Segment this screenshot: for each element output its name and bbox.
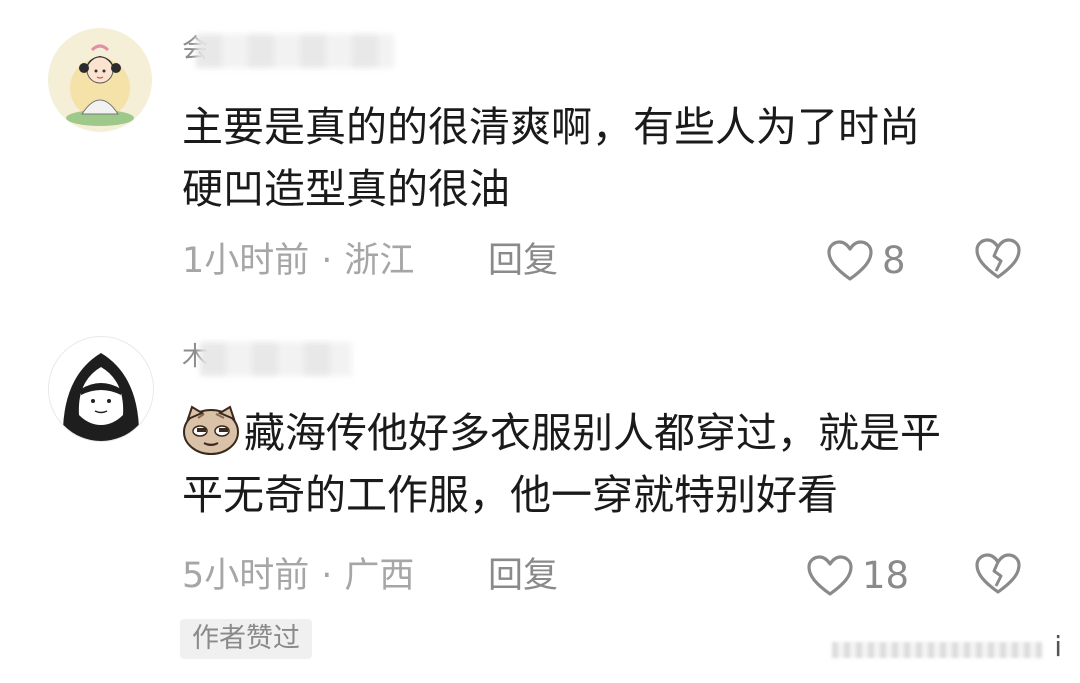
like-button[interactable]: 8	[826, 237, 906, 285]
heart-icon	[827, 240, 873, 281]
comment-meta: 1小时前 · 浙江	[182, 237, 414, 285]
username-blur-mask	[196, 34, 394, 68]
avatar[interactable]	[48, 336, 154, 442]
comment-text-line: 藏海传他好多衣服别人都穿过，就是平	[182, 402, 1042, 464]
comment-item: 会 主要是真的的很清爽啊，有些人为了时尚 硬凹造型真的很油 1小时前 · 浙江 回复…	[0, 0, 1080, 300]
comment-text-line-content: 藏海传他好多衣服别人都穿过，就是平	[244, 409, 941, 457]
username[interactable]: 会	[182, 34, 402, 68]
like-count: 18	[862, 554, 910, 597]
avatar[interactable]	[48, 28, 152, 132]
meta-separator: ·	[321, 556, 333, 596]
reply-button[interactable]: 回复	[488, 237, 558, 285]
like-count: 8	[882, 239, 906, 282]
comment-text-line: 主要是真的的很清爽啊，有些人为了时尚	[182, 103, 920, 151]
hooded-figure-avatar-icon	[49, 337, 153, 441]
watermark-text: i	[1054, 630, 1062, 663]
smug-cat-emoji-icon	[183, 405, 239, 455]
heart-icon	[807, 555, 853, 596]
location: 浙江	[344, 241, 415, 281]
watermark: i	[832, 630, 1062, 664]
broken-heart-icon	[975, 238, 1021, 279]
comment-text: 藏海传他好多衣服别人都穿过，就是平 平无奇的工作服，他一穿就特别好看	[182, 402, 1042, 526]
location: 广西	[344, 556, 415, 596]
timestamp: 1小时前	[182, 241, 310, 281]
comment-text-line: 平无奇的工作服，他一穿就特别好看	[182, 471, 838, 519]
comment-text: 主要是真的的很清爽啊，有些人为了时尚 硬凹造型真的很油	[182, 96, 1042, 220]
dislike-button[interactable]	[974, 552, 1022, 600]
like-button[interactable]: 18	[806, 552, 909, 600]
meta-separator: ·	[321, 241, 333, 281]
dislike-button[interactable]	[974, 237, 1022, 285]
username[interactable]: 木	[182, 342, 352, 376]
timestamp: 5小时前	[182, 556, 310, 596]
comment-meta: 5小时前 · 广西	[182, 552, 414, 600]
broken-heart-icon	[975, 553, 1021, 594]
comment-text-line: 硬凹造型真的很油	[182, 165, 510, 213]
reply-button[interactable]: 回复	[488, 552, 558, 600]
cartoon-girl-avatar-icon	[48, 28, 152, 132]
username-blur-mask	[200, 342, 352, 376]
comment-item: 木 藏海传他好多衣服别人都穿过，就是平 平无奇的工作服，他一穿就特别好看 5小时…	[0, 300, 1080, 683]
watermark-blur	[832, 642, 1042, 658]
author-liked-badge: 作者赞过	[180, 619, 312, 659]
